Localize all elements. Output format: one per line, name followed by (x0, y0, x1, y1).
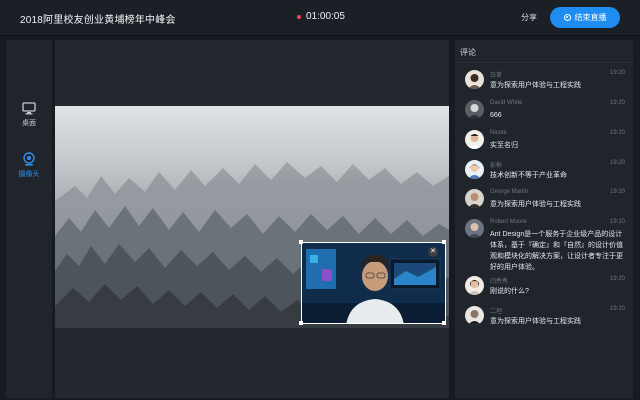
avatar (465, 189, 484, 208)
comment-time: 19:20 (610, 70, 626, 76)
avatar (465, 160, 484, 179)
live-timer: 01:00:05 (306, 11, 345, 22)
recording-indicator-icon (297, 15, 301, 19)
comment-time: 19:20 (610, 276, 626, 282)
comment-author: 二坦 (490, 309, 503, 315)
monitor-icon (22, 102, 36, 115)
pip-resize-handle-top-right[interactable] (442, 240, 446, 244)
avatar (465, 70, 484, 89)
pip-resize-handle-bottom-right[interactable] (442, 321, 446, 325)
comments-title: 评论 (460, 48, 476, 57)
comment-time: 19:20 (610, 160, 626, 166)
pip-resize-handle-bottom-left[interactable] (299, 321, 303, 325)
end-live-label: 结束直播 (574, 13, 607, 22)
comment-author: Robert Moore (490, 219, 527, 225)
comment-text: 意为探索用户体验与工程实践 (490, 82, 581, 89)
comment-time: 19:20 (610, 130, 626, 136)
comment-text: 实至名归 (490, 142, 518, 149)
comment-text: 意为探索用户体验与工程实践 (490, 318, 581, 325)
comment-time: 19:20 (610, 219, 626, 225)
sidebar-item-label: 摄像头 (18, 171, 40, 178)
comment-author: 彭彬 (490, 163, 503, 169)
comment-text: Ant Design是一个服务于企业级产品的设计体系，基于『确定』和『自然』的设… (490, 231, 623, 271)
share-button[interactable]: 分享 (521, 12, 537, 23)
comment-text: 666 (490, 112, 502, 119)
page-title: 2018阿里校友创业黄埔榜年中峰会 (20, 15, 176, 26)
source-sidebar: 桌面 摄像头 (6, 40, 52, 398)
webcam-icon (23, 152, 35, 166)
top-bar: 2018阿里校友创业黄埔榜年中峰会 01:00:05 分享 结束直播 (0, 0, 640, 36)
pip-resize-handle-top-left[interactable] (299, 240, 303, 244)
comment-author: Nicole (490, 130, 507, 136)
broadcast-icon (563, 14, 571, 21)
comment-author: 白草 (490, 73, 503, 79)
camera-pip-feed[interactable] (301, 242, 446, 324)
sidebar-item-desktop[interactable]: 桌面 (6, 102, 52, 128)
comment-author: 闫秀秀 (490, 279, 509, 285)
sidebar-item-label: 桌面 (22, 120, 36, 127)
comment-author: David White (490, 100, 523, 106)
sidebar-item-camera[interactable]: 摄像头 (6, 152, 52, 179)
comments-panel: 评论 白草 19:20 意为探索用户体验与工程实践 David White 19… (455, 40, 633, 398)
pip-close-icon[interactable]: ✕ (428, 247, 438, 257)
comment-text: 意为探索用户体验与工程实践 (490, 201, 581, 208)
avatar (465, 306, 484, 325)
avatar (465, 219, 484, 238)
avatar (465, 276, 484, 295)
comments-divider (455, 62, 633, 63)
comment-time: 19:20 (610, 189, 626, 195)
avatar (465, 130, 484, 149)
comment-text: 刚说的什么? (490, 288, 529, 295)
avatar (465, 100, 484, 119)
comment-time: 19:20 (610, 306, 626, 312)
comment-text: 技术创新不等于产业革命 (490, 172, 567, 179)
comment-author: George Martin (490, 189, 529, 195)
end-live-button[interactable]: 结束直播 (550, 7, 620, 28)
comment-time: 19:20 (610, 100, 626, 106)
